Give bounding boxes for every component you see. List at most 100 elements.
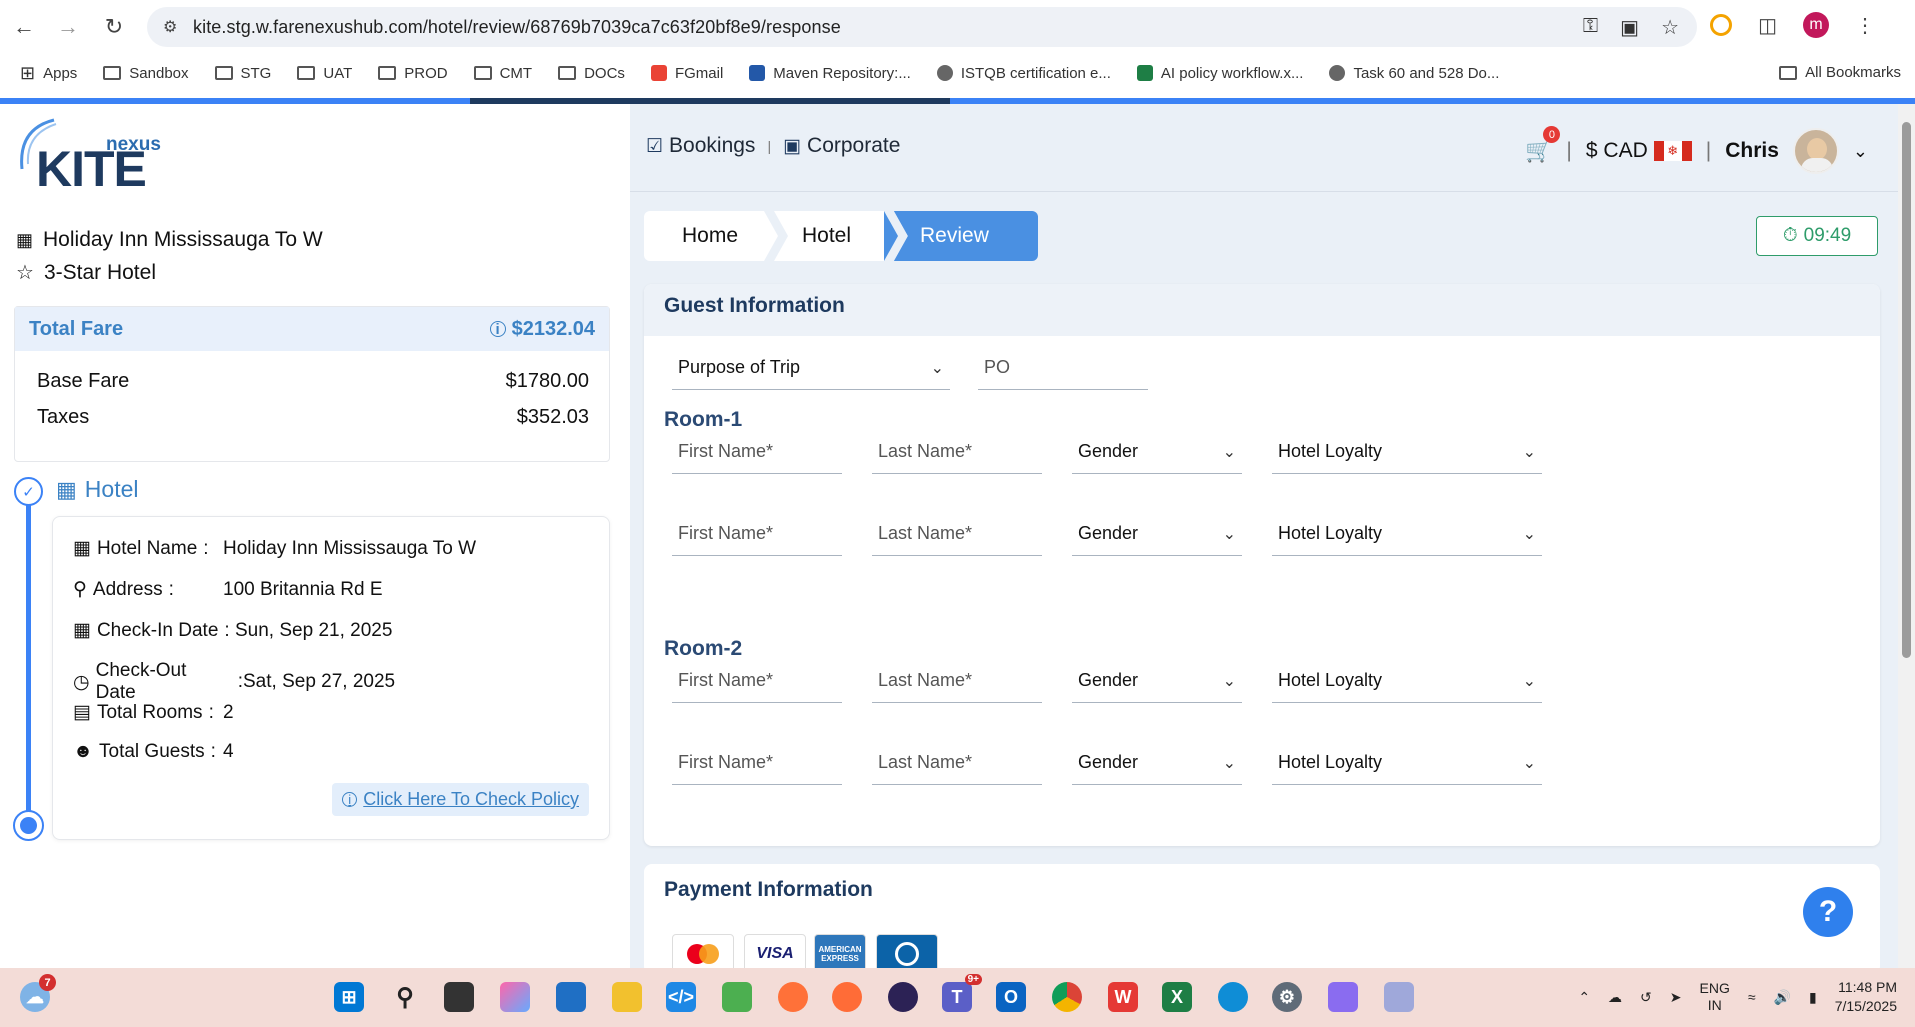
back-icon[interactable]: ← xyxy=(4,7,44,47)
battery-icon[interactable]: ▮ xyxy=(1809,989,1817,1006)
reload-icon[interactable]: ↻ xyxy=(94,7,134,47)
vscode-icon[interactable]: </> xyxy=(666,982,696,1012)
payment-card-icon[interactable]: ▣ xyxy=(1620,15,1639,40)
bookmark-item[interactable]: AI policy workflow.x... xyxy=(1136,65,1303,82)
extensions-puzzle-icon[interactable]: ◫ xyxy=(1758,13,1777,38)
weather-icon[interactable]: ☁ 7 xyxy=(20,974,56,1012)
copilot-icon[interactable] xyxy=(500,982,530,1012)
gmail-icon xyxy=(650,65,667,81)
hotel-loyalty-select[interactable]: Hotel Loyalty ⌄ xyxy=(1272,512,1542,556)
gender-select[interactable]: Gender ⌄ xyxy=(1072,659,1242,703)
payment-information-card: Payment Information VISA AMERICAN EXPRES… xyxy=(644,864,1880,974)
payment-info-title: Payment Information xyxy=(664,878,873,901)
bookmark-item[interactable]: Task 60 and 528 Do... xyxy=(1329,65,1499,82)
browser-menu-icon[interactable]: ⋮ xyxy=(1855,13,1875,38)
first-name-field[interactable]: First Name* xyxy=(672,430,842,474)
teams-icon[interactable]: T 9+ xyxy=(942,974,982,1012)
bookmark-item[interactable]: DOCs xyxy=(558,65,625,82)
nav-bookings[interactable]: ☑ Bookings xyxy=(646,134,755,158)
last-name-field[interactable]: Last Name* xyxy=(872,512,1042,556)
folder-icon xyxy=(558,66,577,80)
cart-icon[interactable]: 🛒 0 xyxy=(1525,126,1561,164)
site-info-icon[interactable]: ⚙ xyxy=(163,17,177,37)
file-explorer-icon[interactable] xyxy=(612,982,642,1012)
clock[interactable]: 11:48 PM 7/15/2025 xyxy=(1835,978,1897,1016)
page-scrollbar[interactable] xyxy=(1898,104,1915,968)
language-indicator[interactable]: ENG IN xyxy=(1700,980,1730,1014)
bookmark-item[interactable]: Sandbox xyxy=(103,65,189,82)
bookmark-item[interactable]: STG xyxy=(214,65,271,82)
chrome-icon[interactable] xyxy=(1052,982,1082,1012)
hotel-loyalty-select[interactable]: Hotel Loyalty ⌄ xyxy=(1272,430,1542,474)
hotel-loyalty-select[interactable]: Hotel Loyalty ⌄ xyxy=(1272,659,1542,703)
last-name-field[interactable]: Last Name* xyxy=(872,741,1042,785)
user-avatar[interactable] xyxy=(1792,128,1839,174)
currency-selector[interactable]: $ CAD ❄ xyxy=(1586,139,1692,163)
wps-icon[interactable]: W xyxy=(1108,982,1138,1012)
user-name[interactable]: Chris xyxy=(1725,139,1779,163)
store-icon[interactable] xyxy=(556,982,586,1012)
volume-icon[interactable]: 🔊 xyxy=(1774,989,1791,1006)
last-name-field[interactable]: Last Name* xyxy=(872,659,1042,703)
bookmark-item[interactable]: FGmail xyxy=(650,65,723,82)
onedrive-icon[interactable]: ☁ xyxy=(1608,989,1622,1006)
excel-icon[interactable]: X xyxy=(1162,982,1192,1012)
breadcrumb-home[interactable]: Home xyxy=(644,211,764,261)
help-button[interactable]: ? xyxy=(1803,887,1853,937)
firefox-icon[interactable] xyxy=(778,982,808,1012)
sync-icon[interactable]: ↺ xyxy=(1640,989,1652,1006)
search-icon[interactable]: ⚲ xyxy=(390,982,420,1012)
check-policy-link[interactable]: i Click Here To Check Policy xyxy=(332,783,589,816)
url-text[interactable]: kite.stg.w.farenexushub.com/hotel/review… xyxy=(193,17,841,38)
bookmarks-bar: ⊞ Apps Sandbox STG UAT PROD CMT DOCs FGmail Maven… xyxy=(0,54,1915,92)
photos-icon[interactable] xyxy=(1328,982,1358,1012)
snipping-tool-icon[interactable] xyxy=(1384,982,1414,1012)
forward-icon[interactable]: → xyxy=(48,7,88,47)
task-view-icon[interactable] xyxy=(444,982,474,1012)
chevron-up-icon[interactable]: ⌃ xyxy=(1578,989,1590,1006)
all-bookmarks[interactable]: All Bookmarks xyxy=(1779,64,1901,81)
gender-select[interactable]: Gender ⌄ xyxy=(1072,430,1242,474)
edge-icon[interactable] xyxy=(1218,982,1248,1012)
chevron-down-icon[interactable]: ⌄ xyxy=(1853,141,1868,162)
wifi-icon[interactable]: ≈ xyxy=(1748,989,1756,1005)
first-name-field[interactable]: First Name* xyxy=(672,659,842,703)
gender-select[interactable]: Gender ⌄ xyxy=(1072,512,1242,556)
scrollbar-thumb[interactable] xyxy=(1902,122,1911,658)
kite-logo[interactable]: nexus KITE xyxy=(14,114,161,197)
nav-corporate[interactable]: ▣ Corporate xyxy=(783,134,900,158)
notepad-icon[interactable] xyxy=(722,982,752,1012)
bookmark-item[interactable]: CMT xyxy=(473,65,532,82)
bookmark-item[interactable]: ⊞ Apps xyxy=(20,63,77,84)
eclipse-icon[interactable] xyxy=(888,982,918,1012)
info-icon[interactable]: i xyxy=(489,321,506,338)
profile-avatar[interactable]: m xyxy=(1803,12,1829,38)
purpose-of-trip-select[interactable]: Purpose of Trip ⌄ xyxy=(672,346,950,390)
last-name-field[interactable]: Last Name* xyxy=(872,430,1042,474)
chevron-down-icon: ⌄ xyxy=(1222,672,1236,690)
gender-select[interactable]: Gender ⌄ xyxy=(1072,741,1242,785)
total-fare-label: Total Fare xyxy=(29,317,124,340)
send-icon[interactable]: ➤ xyxy=(1670,989,1682,1006)
bookmark-item[interactable]: PROD xyxy=(378,65,448,82)
postman-icon[interactable] xyxy=(832,982,862,1012)
windows-start-icon[interactable]: ⊞ xyxy=(334,982,364,1012)
settings-icon[interactable]: ⚙ xyxy=(1272,982,1302,1012)
po-input[interactable]: PO xyxy=(978,346,1148,390)
first-name-field[interactable]: First Name* xyxy=(672,512,842,556)
excel-icon xyxy=(1136,65,1153,81)
bookmark-star-icon[interactable]: ☆ xyxy=(1661,15,1679,40)
extension-timer-icon[interactable] xyxy=(1710,14,1733,36)
bookmark-item[interactable]: UAT xyxy=(297,65,352,82)
checkout-row: ◷ Check-Out Date: Sat, Sep 27, 2025 xyxy=(73,660,396,703)
bookmark-item[interactable]: Maven Repository:... xyxy=(749,65,911,82)
total-rooms-row: ▤ Total Rooms: 2 xyxy=(73,701,234,724)
hotel-loyalty-select[interactable]: Hotel Loyalty ⌄ xyxy=(1272,741,1542,785)
address-bar[interactable]: ⚙ kite.stg.w.farenexushub.com/hotel/revi… xyxy=(147,7,1697,47)
outlook-icon[interactable]: O xyxy=(996,982,1026,1012)
bookmark-item[interactable]: ISTQB certification e... xyxy=(936,65,1111,82)
password-key-icon[interactable]: ⚿ xyxy=(1583,15,1598,40)
first-name-field[interactable]: First Name* xyxy=(672,741,842,785)
fare-summary-card: Total Fare i $2132.04 Base Fare $1780.00… xyxy=(14,306,610,462)
progress-timeline xyxy=(26,494,31,824)
